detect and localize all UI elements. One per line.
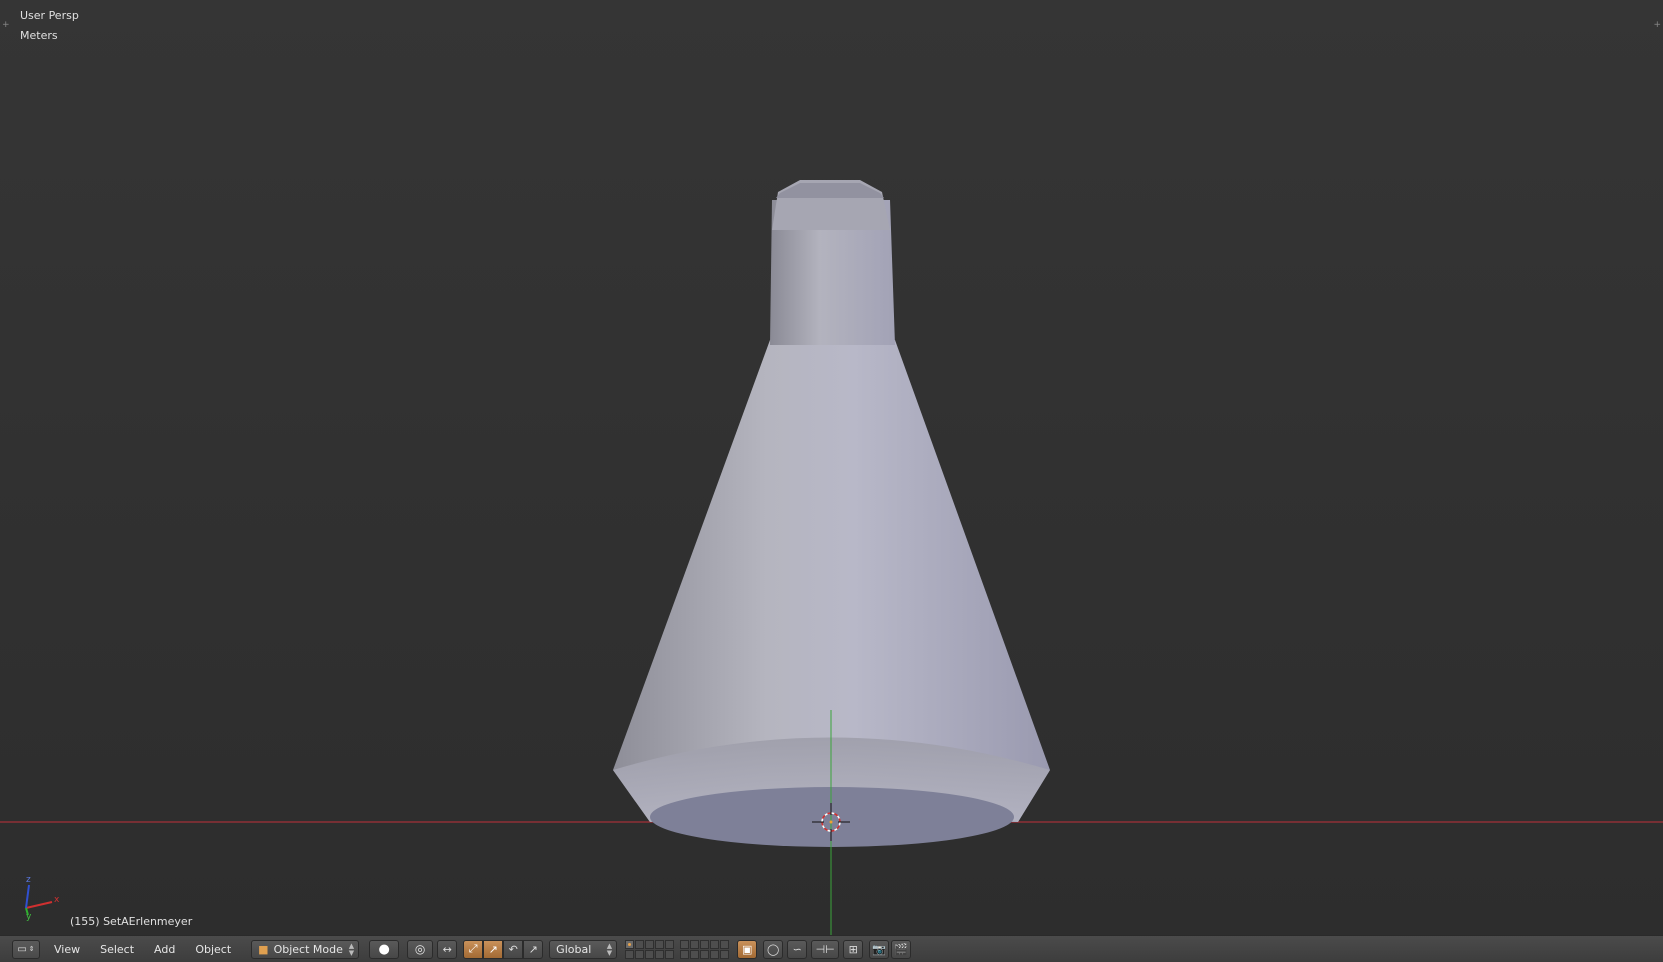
layer-selector-group-1[interactable] [625, 939, 675, 959]
snap-target-icon: ⊞ [848, 942, 858, 956]
3d-viewport[interactable]: + + User Persp Meters x z y (155) SetAEr… [0, 0, 1663, 935]
object-cube-icon: ■ [258, 942, 269, 956]
layer-15[interactable] [665, 949, 675, 959]
gizmo-y-label: y [26, 912, 32, 922]
layer-14[interactable] [655, 949, 665, 959]
menu-add[interactable]: Add [154, 943, 175, 956]
layer-7[interactable] [690, 939, 700, 949]
layer-16[interactable] [680, 949, 690, 959]
gizmo-x-label: x [54, 895, 60, 905]
layer-18[interactable] [700, 949, 710, 959]
mode-selector[interactable]: ■ Object Mode ▲ ▼ [251, 939, 360, 959]
transform-orientation-selector[interactable]: Global ▲ ▼ [549, 939, 618, 959]
translate-manipulator-button[interactable]: ↗ [483, 939, 504, 959]
mode-label: Object Mode [273, 942, 343, 956]
layer-20[interactable] [720, 949, 730, 959]
manipulator-toggle-button[interactable]: ⤢ [463, 939, 484, 959]
gizmo-z-label: z [26, 875, 31, 885]
opengl-render-button[interactable]: 📷 [869, 939, 890, 959]
menu-select[interactable]: Select [100, 943, 134, 956]
layer-6[interactable] [680, 939, 690, 949]
pivot-point-selector[interactable]: ◎ [407, 939, 434, 959]
snap-target-button[interactable]: ⊞ [843, 939, 864, 959]
3d-view-icon: ▭ [17, 943, 27, 955]
menu-object[interactable]: Object [195, 943, 231, 956]
scale-icon: ↗ [528, 942, 538, 956]
menu-view[interactable]: View [54, 943, 80, 956]
layer-1[interactable] [625, 939, 635, 949]
proportional-edit-button[interactable]: ◯ [763, 939, 784, 959]
layer-8[interactable] [700, 939, 710, 949]
editor-type-selector[interactable]: ▭ ⇕ [12, 939, 40, 959]
scene-canvas [0, 180, 1663, 935]
layer-10[interactable] [720, 939, 730, 949]
rotate-manipulator-button[interactable]: ↶ [503, 939, 524, 959]
select-all-toggle[interactable]: ↔ [437, 939, 458, 959]
opengl-render-icon: 📷 [872, 942, 887, 956]
render-anim-button[interactable]: 🎬 [891, 939, 912, 959]
render-anim-icon: 🎬 [894, 942, 909, 956]
layer-11[interactable] [625, 949, 635, 959]
layer-5[interactable] [665, 939, 675, 949]
viewport-shading-selector[interactable]: ● [369, 939, 400, 959]
snap-element-selector[interactable]: ⊣⊢ [811, 939, 840, 959]
layer-selector-group-2[interactable] [680, 939, 730, 959]
scale-manipulator-button[interactable]: ↗ [523, 939, 544, 959]
falloff-button[interactable]: ∽ [787, 939, 808, 959]
pivot-point-icon: ◎ [414, 942, 426, 956]
layer-19[interactable] [710, 949, 720, 959]
chevron-updown-icon: ▲ ▼ [348, 941, 355, 957]
render-layer-icon: ▣ [741, 942, 753, 956]
layer-3[interactable] [645, 939, 655, 949]
viewport-header: ▭ ⇕ View Select Add Object ■ Object Mode… [0, 935, 1663, 962]
selection-box-icon: ↔ [442, 942, 452, 956]
render-layer-button[interactable]: ▣ [737, 939, 758, 959]
axis-gizmo [25, 884, 53, 916]
layer-13[interactable] [645, 949, 655, 959]
layer-17[interactable] [690, 949, 700, 959]
chevron-updown-icon: ⇕ [28, 945, 35, 953]
snap-icon: ⊣⊢ [815, 942, 835, 956]
layer-12[interactable] [635, 949, 645, 959]
rotate-icon: ↶ [508, 942, 518, 956]
layer-2[interactable] [635, 939, 645, 949]
falloff-icon: ∽ [792, 942, 802, 956]
translate-icon: ↗ [488, 942, 498, 956]
proportional-edit-icon: ◯ [767, 942, 780, 956]
layer-4[interactable] [655, 939, 665, 949]
chevron-updown-icon: ▲ ▼ [606, 941, 613, 957]
layer-9[interactable] [710, 939, 720, 949]
solid-sphere-icon: ● [378, 941, 390, 957]
orientation-label: Global [556, 942, 592, 956]
manipulator-toggle-icon: ⤢ [468, 942, 478, 955]
active-object-info: (155) SetAErlenmeyer [70, 915, 193, 928]
